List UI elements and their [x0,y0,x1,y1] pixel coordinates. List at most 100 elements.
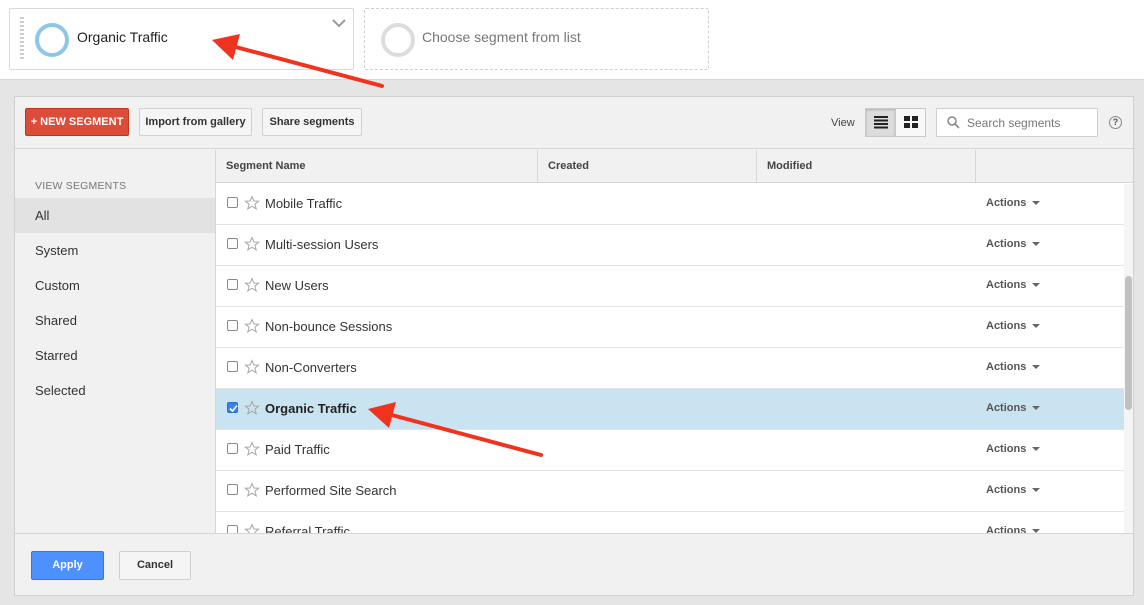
segment-name[interactable]: Non-Converters [265,360,357,375]
empty-segment-slot[interactable]: Choose segment from list [364,8,709,70]
actions-menu[interactable]: Actions [986,320,1041,332]
table-row[interactable]: Mobile Traffic Actions [216,184,1124,225]
actions-label: Actions [986,361,1027,373]
star-icon[interactable] [244,400,260,416]
segment-name[interactable]: Mobile Traffic [265,196,342,211]
row-checkbox[interactable] [227,279,238,290]
row-checkbox[interactable] [227,320,238,331]
caret-down-icon [1032,201,1041,206]
segment-name[interactable]: Organic Traffic [265,401,357,416]
import-from-gallery-button[interactable]: Import from gallery [139,108,252,136]
grid-view-toggle[interactable] [895,108,926,137]
star-icon[interactable] [244,523,260,533]
apply-button[interactable]: Apply [31,551,104,580]
grid-view-icon [904,116,918,128]
toolbar: + NEW SEGMENT Import from gallery Share … [15,97,1133,149]
actions-label: Actions [986,443,1027,455]
nav-item-custom[interactable]: Custom [15,268,215,303]
segment-name[interactable]: Referral Traffic [265,524,350,533]
actions-label: Actions [986,320,1027,332]
list-view-icon [874,116,888,129]
table-row[interactable]: New Users Actions [216,266,1124,307]
empty-ring-icon [381,23,415,57]
table-row[interactable]: Performed Site Search Actions [216,471,1124,512]
row-checkbox[interactable] [227,525,238,533]
row-checkbox[interactable] [227,238,238,249]
caret-down-icon [1032,324,1041,329]
scrollbar-thumb[interactable] [1125,276,1132,410]
row-checkbox[interactable] [227,484,238,495]
caret-down-icon [1032,283,1041,288]
table-row[interactable]: Referral Traffic Actions [216,512,1124,533]
star-icon[interactable] [244,236,260,252]
chevron-down-icon[interactable] [331,15,347,31]
share-segments-button[interactable]: Share segments [262,108,362,136]
actions-menu[interactable]: Actions [986,238,1041,250]
column-header-created[interactable]: Created [538,150,757,183]
nav-item-all[interactable]: All [15,198,215,233]
actions-menu[interactable]: Actions [986,402,1041,414]
actions-menu[interactable]: Actions [986,484,1041,496]
star-icon[interactable] [244,318,260,334]
table-row[interactable]: Organic Traffic Actions [216,389,1124,430]
table-row[interactable]: Paid Traffic Actions [216,430,1124,471]
caret-down-icon [1032,447,1041,452]
actions-label: Actions [986,402,1027,414]
actions-menu[interactable]: Actions [986,279,1041,291]
star-icon[interactable] [244,359,260,375]
nav-item-shared[interactable]: Shared [15,303,215,338]
caret-down-icon [1032,406,1041,411]
new-segment-button[interactable]: + NEW SEGMENT [25,108,129,136]
actions-label: Actions [986,238,1027,250]
actions-menu[interactable]: Actions [986,197,1041,209]
search-icon [947,116,960,129]
actions-label: Actions [986,279,1027,291]
column-header-segment-name[interactable]: Segment Name [216,150,538,183]
view-segments-nav: VIEW SEGMENTS All System Custom Shared S… [15,150,216,533]
caret-down-icon [1032,365,1041,370]
star-icon[interactable] [244,195,260,211]
segment-rows: Mobile Traffic Actions Multi-session Users… [216,184,1124,533]
table-row[interactable]: Multi-session Users Actions [216,225,1124,266]
star-icon[interactable] [244,441,260,457]
segment-name[interactable]: Multi-session Users [265,237,378,252]
nav-item-system[interactable]: System [15,233,215,268]
cancel-button[interactable]: Cancel [119,551,191,580]
table-row[interactable]: Non-Converters Actions [216,348,1124,389]
segment-name[interactable]: Performed Site Search [265,483,397,498]
star-icon[interactable] [244,482,260,498]
segment-name[interactable]: Non-bounce Sessions [265,319,392,334]
segment-ring-icon [35,23,69,57]
row-checkbox[interactable] [227,443,238,454]
table-row[interactable]: Non-bounce Sessions Actions [216,307,1124,348]
actions-label: Actions [986,525,1027,533]
segment-name[interactable]: Paid Traffic [265,442,330,457]
nav-heading: VIEW SEGMENTS [35,180,127,192]
actions-menu[interactable]: Actions [986,361,1041,373]
search-box[interactable] [936,108,1098,137]
caret-down-icon [1032,488,1041,493]
table-scrollbar[interactable] [1124,184,1133,533]
help-icon[interactable]: ? [1109,116,1122,129]
caret-down-icon [1032,242,1041,247]
row-checkbox[interactable] [227,197,238,208]
nav-item-selected[interactable]: Selected [15,373,215,408]
segment-bar: Organic Traffic Choose segment from list [0,0,1144,80]
segment-name[interactable]: New Users [265,278,329,293]
drag-handle-icon[interactable] [20,17,24,61]
view-label: View [831,117,855,129]
column-header-modified[interactable]: Modified [757,150,976,183]
search-input[interactable] [965,113,1093,133]
row-checkbox[interactable] [227,402,238,413]
list-view-toggle[interactable] [865,108,896,137]
actions-menu[interactable]: Actions [986,443,1041,455]
actions-label: Actions [986,484,1027,496]
star-icon[interactable] [244,277,260,293]
segment-table: Segment Name Created Modified Mobile Tra… [216,150,1133,533]
active-segment-card[interactable]: Organic Traffic [9,8,354,70]
table-header: Segment Name Created Modified [216,150,1133,183]
row-checkbox[interactable] [227,361,238,372]
segment-picker-panel: + NEW SEGMENT Import from gallery Share … [14,96,1134,596]
nav-item-starred[interactable]: Starred [15,338,215,373]
actions-menu[interactable]: Actions [986,525,1041,533]
